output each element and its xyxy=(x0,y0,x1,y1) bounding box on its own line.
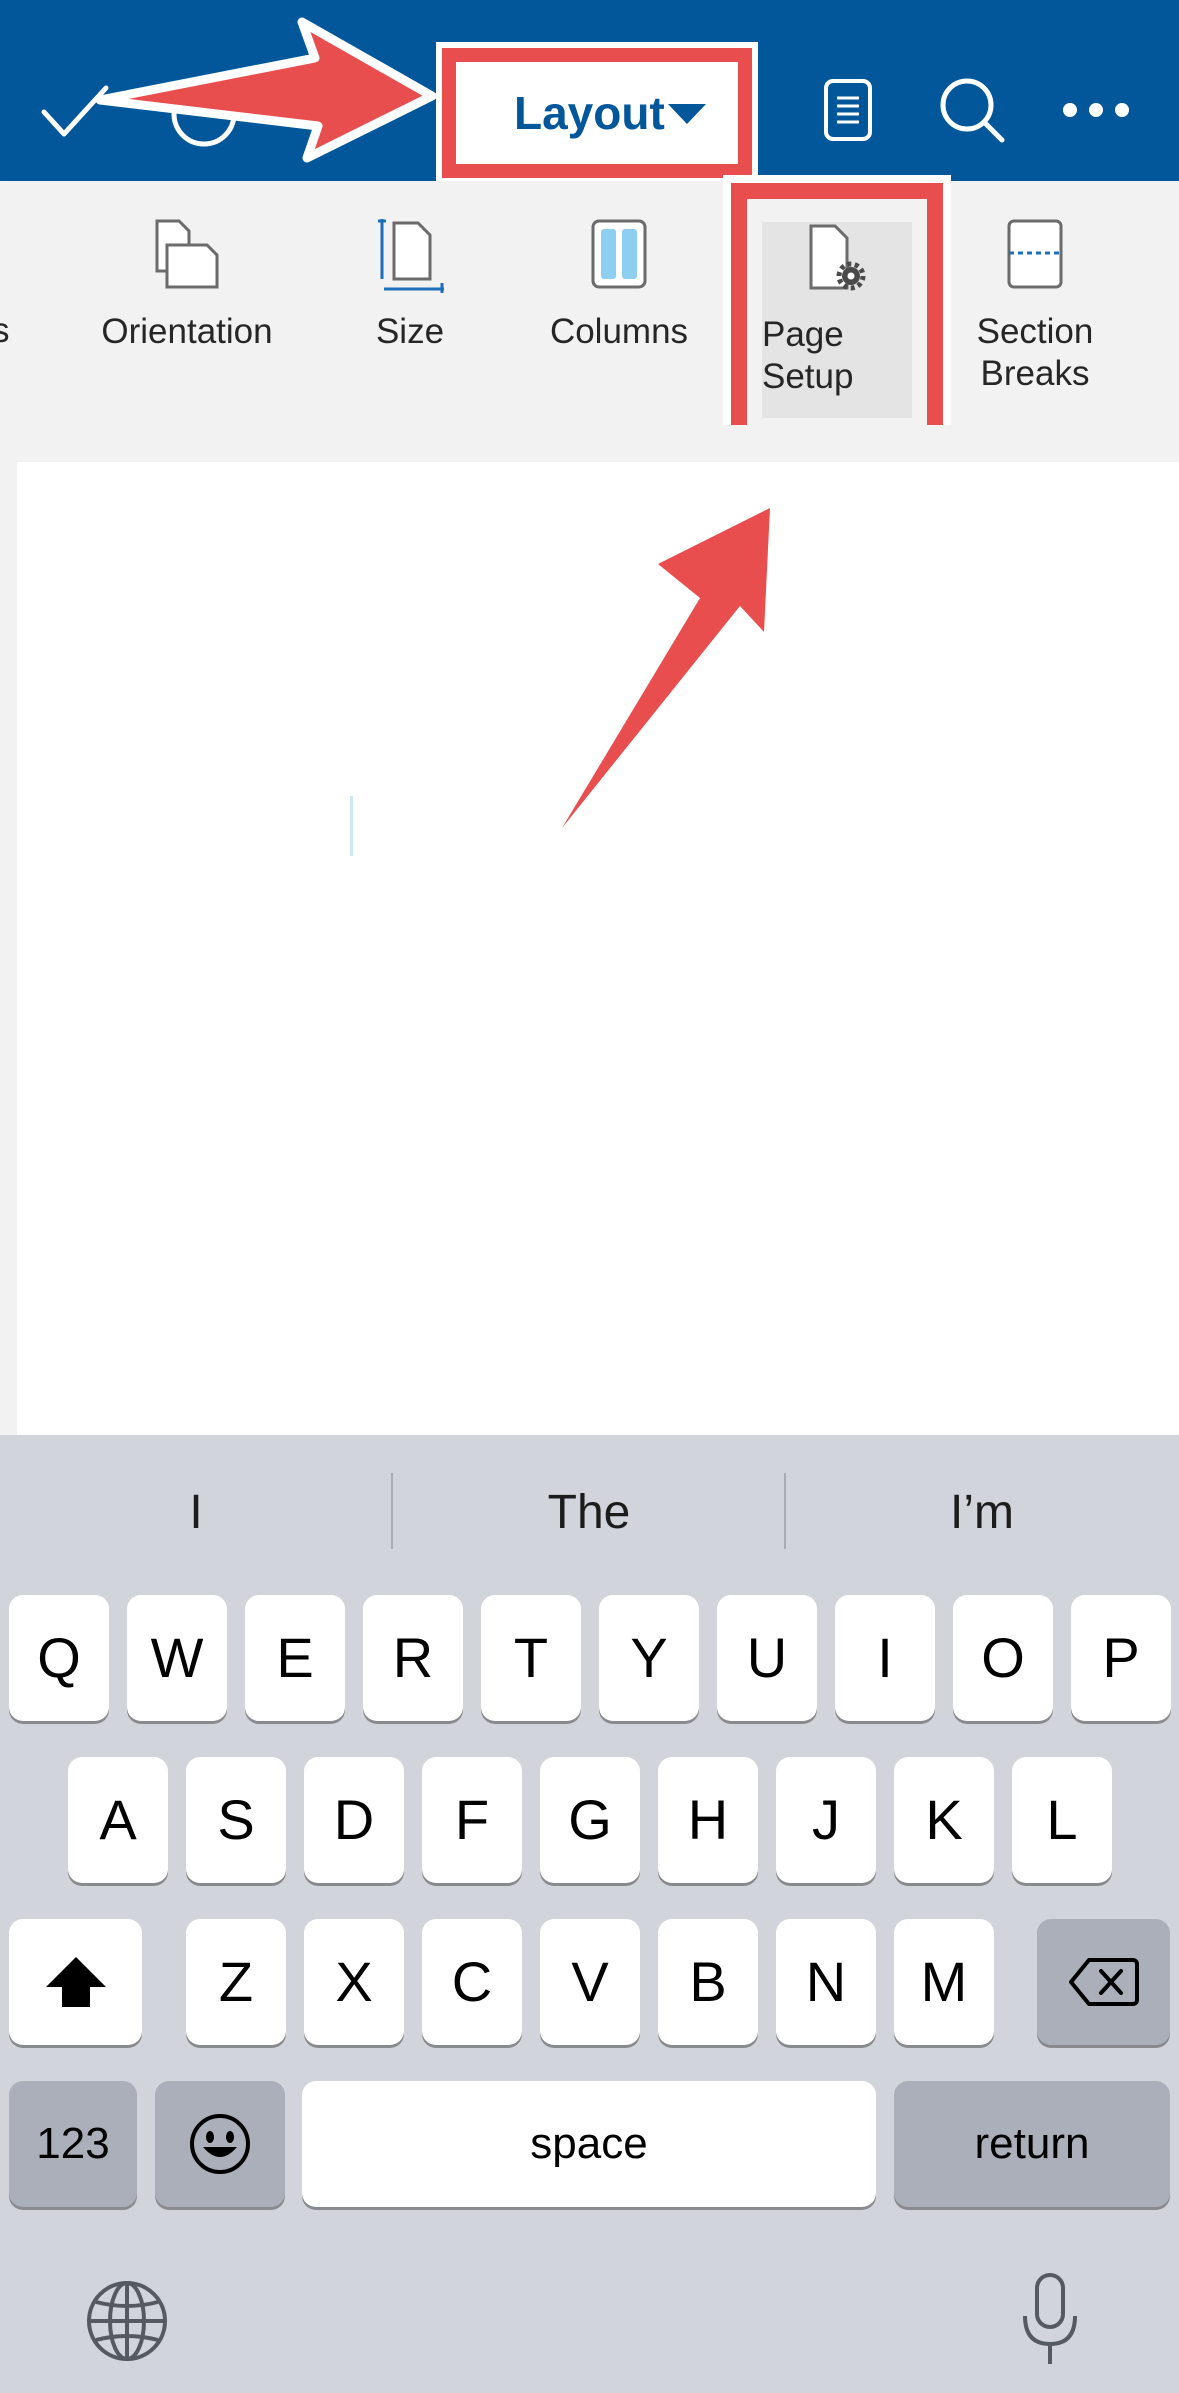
shift-icon xyxy=(45,1957,106,2007)
key-u[interactable]: U xyxy=(717,1595,817,1721)
suggestion-2[interactable]: The xyxy=(393,1485,785,1540)
key-q[interactable]: Q xyxy=(9,1595,109,1721)
size-label: Size xyxy=(375,312,445,351)
layout-ribbon: s Orientation Size Columns Section Break… xyxy=(0,181,1179,425)
return-key[interactable]: return xyxy=(894,2081,1170,2207)
backspace-icon xyxy=(1068,1958,1139,2006)
key-v[interactable]: V xyxy=(540,1919,640,2045)
section-breaks-button[interactable]: Section Breaks xyxy=(940,181,1130,425)
key-j[interactable]: J xyxy=(776,1757,876,1883)
key-g[interactable]: G xyxy=(540,1757,640,1883)
key-x[interactable]: X xyxy=(304,1919,404,2045)
globe-icon[interactable] xyxy=(84,2278,170,2364)
suggestion-3[interactable]: I’m xyxy=(786,1485,1178,1540)
search-icon[interactable] xyxy=(938,76,1006,144)
key-c[interactable]: C xyxy=(422,1919,522,2045)
size-icon xyxy=(378,219,444,293)
size-button[interactable]: Size xyxy=(340,181,480,425)
key-b[interactable]: B xyxy=(658,1919,758,2045)
emoji-key[interactable] xyxy=(155,2081,285,2207)
page-setup-button[interactable]: Page Setup xyxy=(762,222,912,418)
orientation-button[interactable]: Orientation xyxy=(82,181,292,425)
orientation-label: Orientation xyxy=(101,312,273,351)
key-p[interactable]: P xyxy=(1071,1595,1171,1721)
view-icon[interactable] xyxy=(822,78,874,142)
columns-icon xyxy=(591,219,647,289)
onscreen-keyboard: I The I’m Q W E R T Y U I O P A S D F G … xyxy=(0,1435,1179,2393)
key-t[interactable]: T xyxy=(481,1595,581,1721)
key-e[interactable]: E xyxy=(245,1595,345,1721)
key-w[interactable]: W xyxy=(127,1595,227,1721)
section-breaks-icon xyxy=(1005,219,1063,289)
columns-button[interactable]: Columns xyxy=(530,181,708,425)
key-z[interactable]: Z xyxy=(186,1919,286,2045)
ribbon-partial-label: s xyxy=(0,311,10,350)
space-key[interactable]: space xyxy=(302,2081,876,2207)
key-a[interactable]: A xyxy=(68,1757,168,1883)
key-i[interactable]: I xyxy=(835,1595,935,1721)
text-cursor xyxy=(350,796,353,856)
key-r[interactable]: R xyxy=(363,1595,463,1721)
suggestion-1[interactable]: I xyxy=(0,1485,392,1540)
key-d[interactable]: D xyxy=(304,1757,404,1883)
check-icon[interactable] xyxy=(40,82,110,142)
key-o[interactable]: O xyxy=(953,1595,1053,1721)
key-f[interactable]: F xyxy=(422,1757,522,1883)
page-setup-label: Page Setup xyxy=(762,315,854,396)
more-icon[interactable] xyxy=(1062,102,1130,118)
page-setup-icon xyxy=(809,224,866,291)
app-toolbar: Layout xyxy=(0,0,1179,184)
columns-label: Columns xyxy=(549,312,689,351)
shift-key[interactable] xyxy=(9,1919,142,2045)
backspace-key[interactable] xyxy=(1037,1919,1170,2045)
key-k[interactable]: K xyxy=(894,1757,994,1883)
key-h[interactable]: H xyxy=(658,1757,758,1883)
document-page[interactable] xyxy=(17,462,1179,1435)
layout-tab-label: Layout xyxy=(514,87,665,139)
chevron-down-icon xyxy=(668,104,706,124)
microphone-icon[interactable] xyxy=(1020,2272,1080,2368)
orientation-icon xyxy=(155,219,219,289)
emoji-icon xyxy=(190,2114,250,2174)
undo-icon[interactable] xyxy=(168,78,240,150)
section-breaks-label: Section Breaks xyxy=(976,312,1094,393)
key-n[interactable]: N xyxy=(776,1919,876,2045)
key-s[interactable]: S xyxy=(186,1757,286,1883)
key-y[interactable]: Y xyxy=(599,1595,699,1721)
numbers-key[interactable]: 123 xyxy=(9,2081,137,2207)
key-m[interactable]: M xyxy=(894,1919,994,2045)
layout-tab-button[interactable]: Layout xyxy=(436,42,758,184)
key-l[interactable]: L xyxy=(1012,1757,1112,1883)
